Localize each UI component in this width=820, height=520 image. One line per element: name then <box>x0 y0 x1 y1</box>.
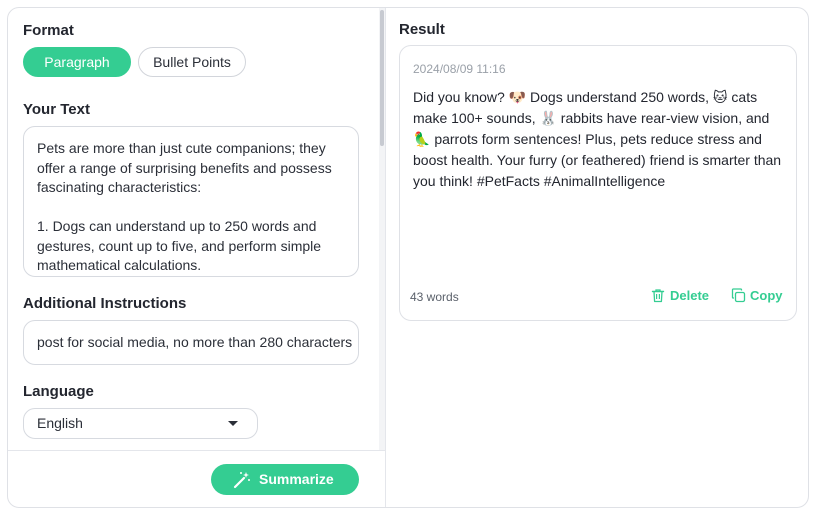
summarizer-app: Format Paragraph Bullet Points Your Text… <box>7 7 809 508</box>
input-panel-scroll: Format Paragraph Bullet Points Your Text… <box>8 8 385 450</box>
language-select[interactable]: English <box>23 408 258 439</box>
input-panel: Format Paragraph Bullet Points Your Text… <box>8 8 385 507</box>
magic-wand-icon <box>233 472 250 489</box>
your-text-label: Your Text <box>23 101 90 118</box>
summarize-label: Summarize <box>259 471 334 487</box>
result-label: Result <box>399 21 445 38</box>
input-panel-scrollbar-thumb[interactable] <box>380 10 384 146</box>
additional-instructions-label: Additional Instructions <box>23 295 187 312</box>
your-text-textarea[interactable]: Pets are more than just cute companions;… <box>23 126 359 277</box>
word-count: 43 words <box>410 290 459 304</box>
additional-instructions-input[interactable]: post for social media, no more than 280 … <box>23 320 359 365</box>
language-selected-value: English <box>37 415 83 431</box>
delete-button[interactable]: Delete <box>651 286 713 306</box>
copy-icon <box>731 288 746 303</box>
result-card: 2024/08/09 11:16 Did you know? 🐶 Dogs un… <box>399 45 797 321</box>
delete-label: Delete <box>670 288 710 303</box>
format-option-paragraph[interactable]: Paragraph <box>23 47 131 77</box>
summarize-button[interactable]: Summarize <box>211 464 359 495</box>
footer-divider <box>8 450 385 451</box>
language-label: Language <box>23 383 94 400</box>
result-text: Did you know? 🐶 Dogs understand 250 word… <box>413 89 782 189</box>
format-option-bullet-points[interactable]: Bullet Points <box>138 47 246 77</box>
trash-icon <box>651 289 665 303</box>
result-timestamp: 2024/08/09 11:16 <box>413 62 506 76</box>
format-label: Format <box>23 22 74 39</box>
chevron-down-icon <box>228 421 238 426</box>
panel-divider <box>385 8 386 507</box>
copy-label: Copy <box>750 288 783 303</box>
copy-button[interactable]: Copy <box>731 286 785 306</box>
